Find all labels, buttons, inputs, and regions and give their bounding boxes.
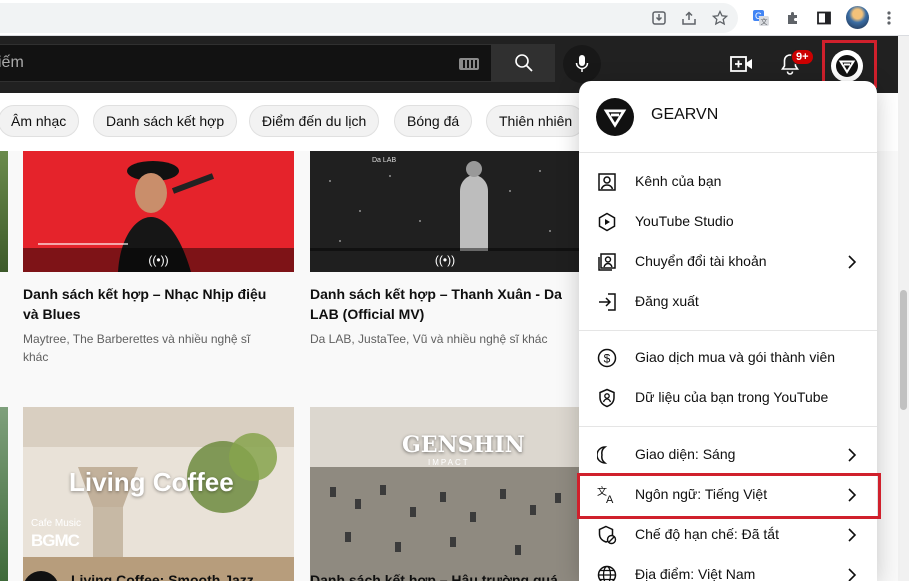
chevron-right-icon [842, 525, 862, 545]
video-title[interactable]: Living Coffee: Smooth Jazz [71, 570, 291, 581]
menu-item-appearance[interactable]: Giao diện: Sáng [579, 435, 877, 475]
globe-icon [596, 564, 618, 581]
menu-item-label: Giao dịch mua và gói thành viên [635, 349, 836, 365]
install-app-icon[interactable] [648, 7, 670, 29]
menu-item-label: Giao diện: Sáng [635, 446, 736, 462]
account-avatar [596, 98, 634, 136]
chip-travel[interactable]: Điểm đến du lịch [249, 105, 380, 137]
menu-item-label: Kênh của bạn [635, 173, 722, 189]
menu-item-label: Chuyển đổi tài khoản [635, 253, 767, 269]
svg-text:$: $ [604, 352, 611, 366]
notification-count-badge: 9+ [791, 49, 814, 65]
address-bar[interactable] [0, 3, 738, 33]
menu-divider [579, 330, 877, 331]
video-camera-plus-icon [730, 56, 752, 72]
video-meta[interactable]: Maytree, The Barberettes và nhiều nghệ s… [23, 330, 263, 366]
highlight-language-frame [577, 473, 881, 519]
chip-music[interactable]: Âm nhạc [0, 105, 80, 137]
menu-item-sign-out[interactable]: Đăng xuất [579, 282, 877, 322]
menu-item-label: YouTube Studio [635, 213, 734, 229]
channel-logo: BGMC [31, 531, 80, 550]
video-title[interactable]: Danh sách kết hợp – Thanh Xuân - Da LAB … [310, 284, 570, 324]
menu-item-label: Đăng xuất [635, 293, 699, 309]
studio-icon [596, 211, 618, 233]
menu-item-purchases[interactable]: $ Giao dịch mua và gói thành viên [579, 338, 877, 378]
account-menu-header: GEARVN [579, 81, 877, 153]
video-thumbnail[interactable]: Da LAB ((•)) [310, 151, 580, 272]
menu-item-your-channel[interactable]: Kênh của bạn [579, 162, 877, 202]
menu-item-restricted-mode[interactable]: Chế độ hạn chế: Đã tắt [579, 515, 877, 555]
thumbnail-headline: GENSHIN [402, 432, 525, 458]
video-thumbnail-partial[interactable] [0, 151, 8, 272]
menu-item-label: Địa điểm: Việt Nam [635, 566, 756, 581]
search-icon [514, 54, 533, 72]
svg-text:文: 文 [761, 17, 768, 26]
browser-profile-avatar[interactable] [846, 6, 869, 29]
voice-search-button[interactable] [563, 45, 601, 83]
moon-icon [596, 444, 618, 466]
video-meta[interactable]: Da LAB, JustaTee, Vũ và nhiều nghệ sĩ kh… [310, 330, 570, 348]
chevron-right-icon [842, 252, 862, 272]
side-panel-icon[interactable] [813, 7, 835, 29]
menu-item-label: Dữ liệu của bạn trong YouTube [635, 389, 829, 405]
keyboard-icon[interactable] [459, 58, 479, 70]
dollar-icon: $ [596, 347, 618, 369]
thumbnail-headline: Living Coffee [69, 467, 234, 497]
menu-item-youtube-studio[interactable]: YouTube Studio [579, 202, 877, 242]
video-title[interactable]: Danh sách kết hợp – Hậu trường quá [310, 570, 570, 581]
restricted-icon [596, 524, 618, 546]
menu-divider [579, 426, 877, 427]
video-thumbnail[interactable]: GENSHIN IMPACT [310, 407, 580, 581]
microphone-icon [575, 55, 589, 72]
video-thumbnail-partial[interactable] [0, 407, 8, 581]
share-icon[interactable] [678, 7, 700, 29]
chip-football[interactable]: Bóng đá [394, 105, 473, 137]
search-input[interactable]: iếm [0, 44, 492, 82]
shield-user-icon [596, 387, 618, 409]
create-video-button[interactable] [730, 52, 754, 76]
browser-menu-icon[interactable] [878, 7, 900, 29]
menu-item-your-data[interactable]: Dữ liệu của bạn trong YouTube [579, 378, 877, 418]
scrollbar-thumb[interactable] [900, 290, 907, 410]
bookmark-star-icon[interactable] [709, 7, 731, 29]
search-button[interactable] [492, 44, 555, 82]
search-placeholder: iếm [0, 54, 24, 71]
account-box-icon [596, 171, 618, 193]
live-indicator: ((•)) [23, 248, 294, 272]
video-thumbnail[interactable]: ((•)) [23, 151, 294, 272]
thumbnail-subtext: Cafe Music [31, 518, 82, 529]
extensions-puzzle-icon[interactable] [782, 7, 804, 29]
account-name: GEARVN [651, 106, 719, 123]
browser-toolbar: G文 [0, 0, 909, 36]
video-thumbnail[interactable]: Living Coffee Cafe Music BGMC [23, 407, 294, 581]
live-indicator: ((•)) [310, 248, 580, 272]
translate-extension-icon[interactable]: G文 [750, 7, 772, 29]
chip-nature[interactable]: Thiên nhiên [486, 105, 586, 137]
sign-out-icon [596, 291, 618, 313]
menu-item-switch-account[interactable]: Chuyển đổi tài khoản [579, 242, 877, 282]
thumbnail-caption: Da LAB [372, 157, 397, 164]
video-title[interactable]: Danh sách kết hợp – Nhạc Nhịp điệu và Bl… [23, 284, 283, 324]
thumbnail-subtext: IMPACT [428, 458, 470, 467]
menu-item-label: Chế độ hạn chế: Đã tắt [635, 526, 779, 542]
switch-account-icon [596, 251, 618, 273]
chevron-right-icon [842, 565, 862, 581]
gearvn-logo-icon [603, 109, 627, 128]
chevron-right-icon [842, 445, 862, 465]
chip-mixes[interactable]: Danh sách kết hợp [93, 105, 238, 137]
menu-item-location[interactable]: Địa điểm: Việt Nam [579, 555, 877, 581]
